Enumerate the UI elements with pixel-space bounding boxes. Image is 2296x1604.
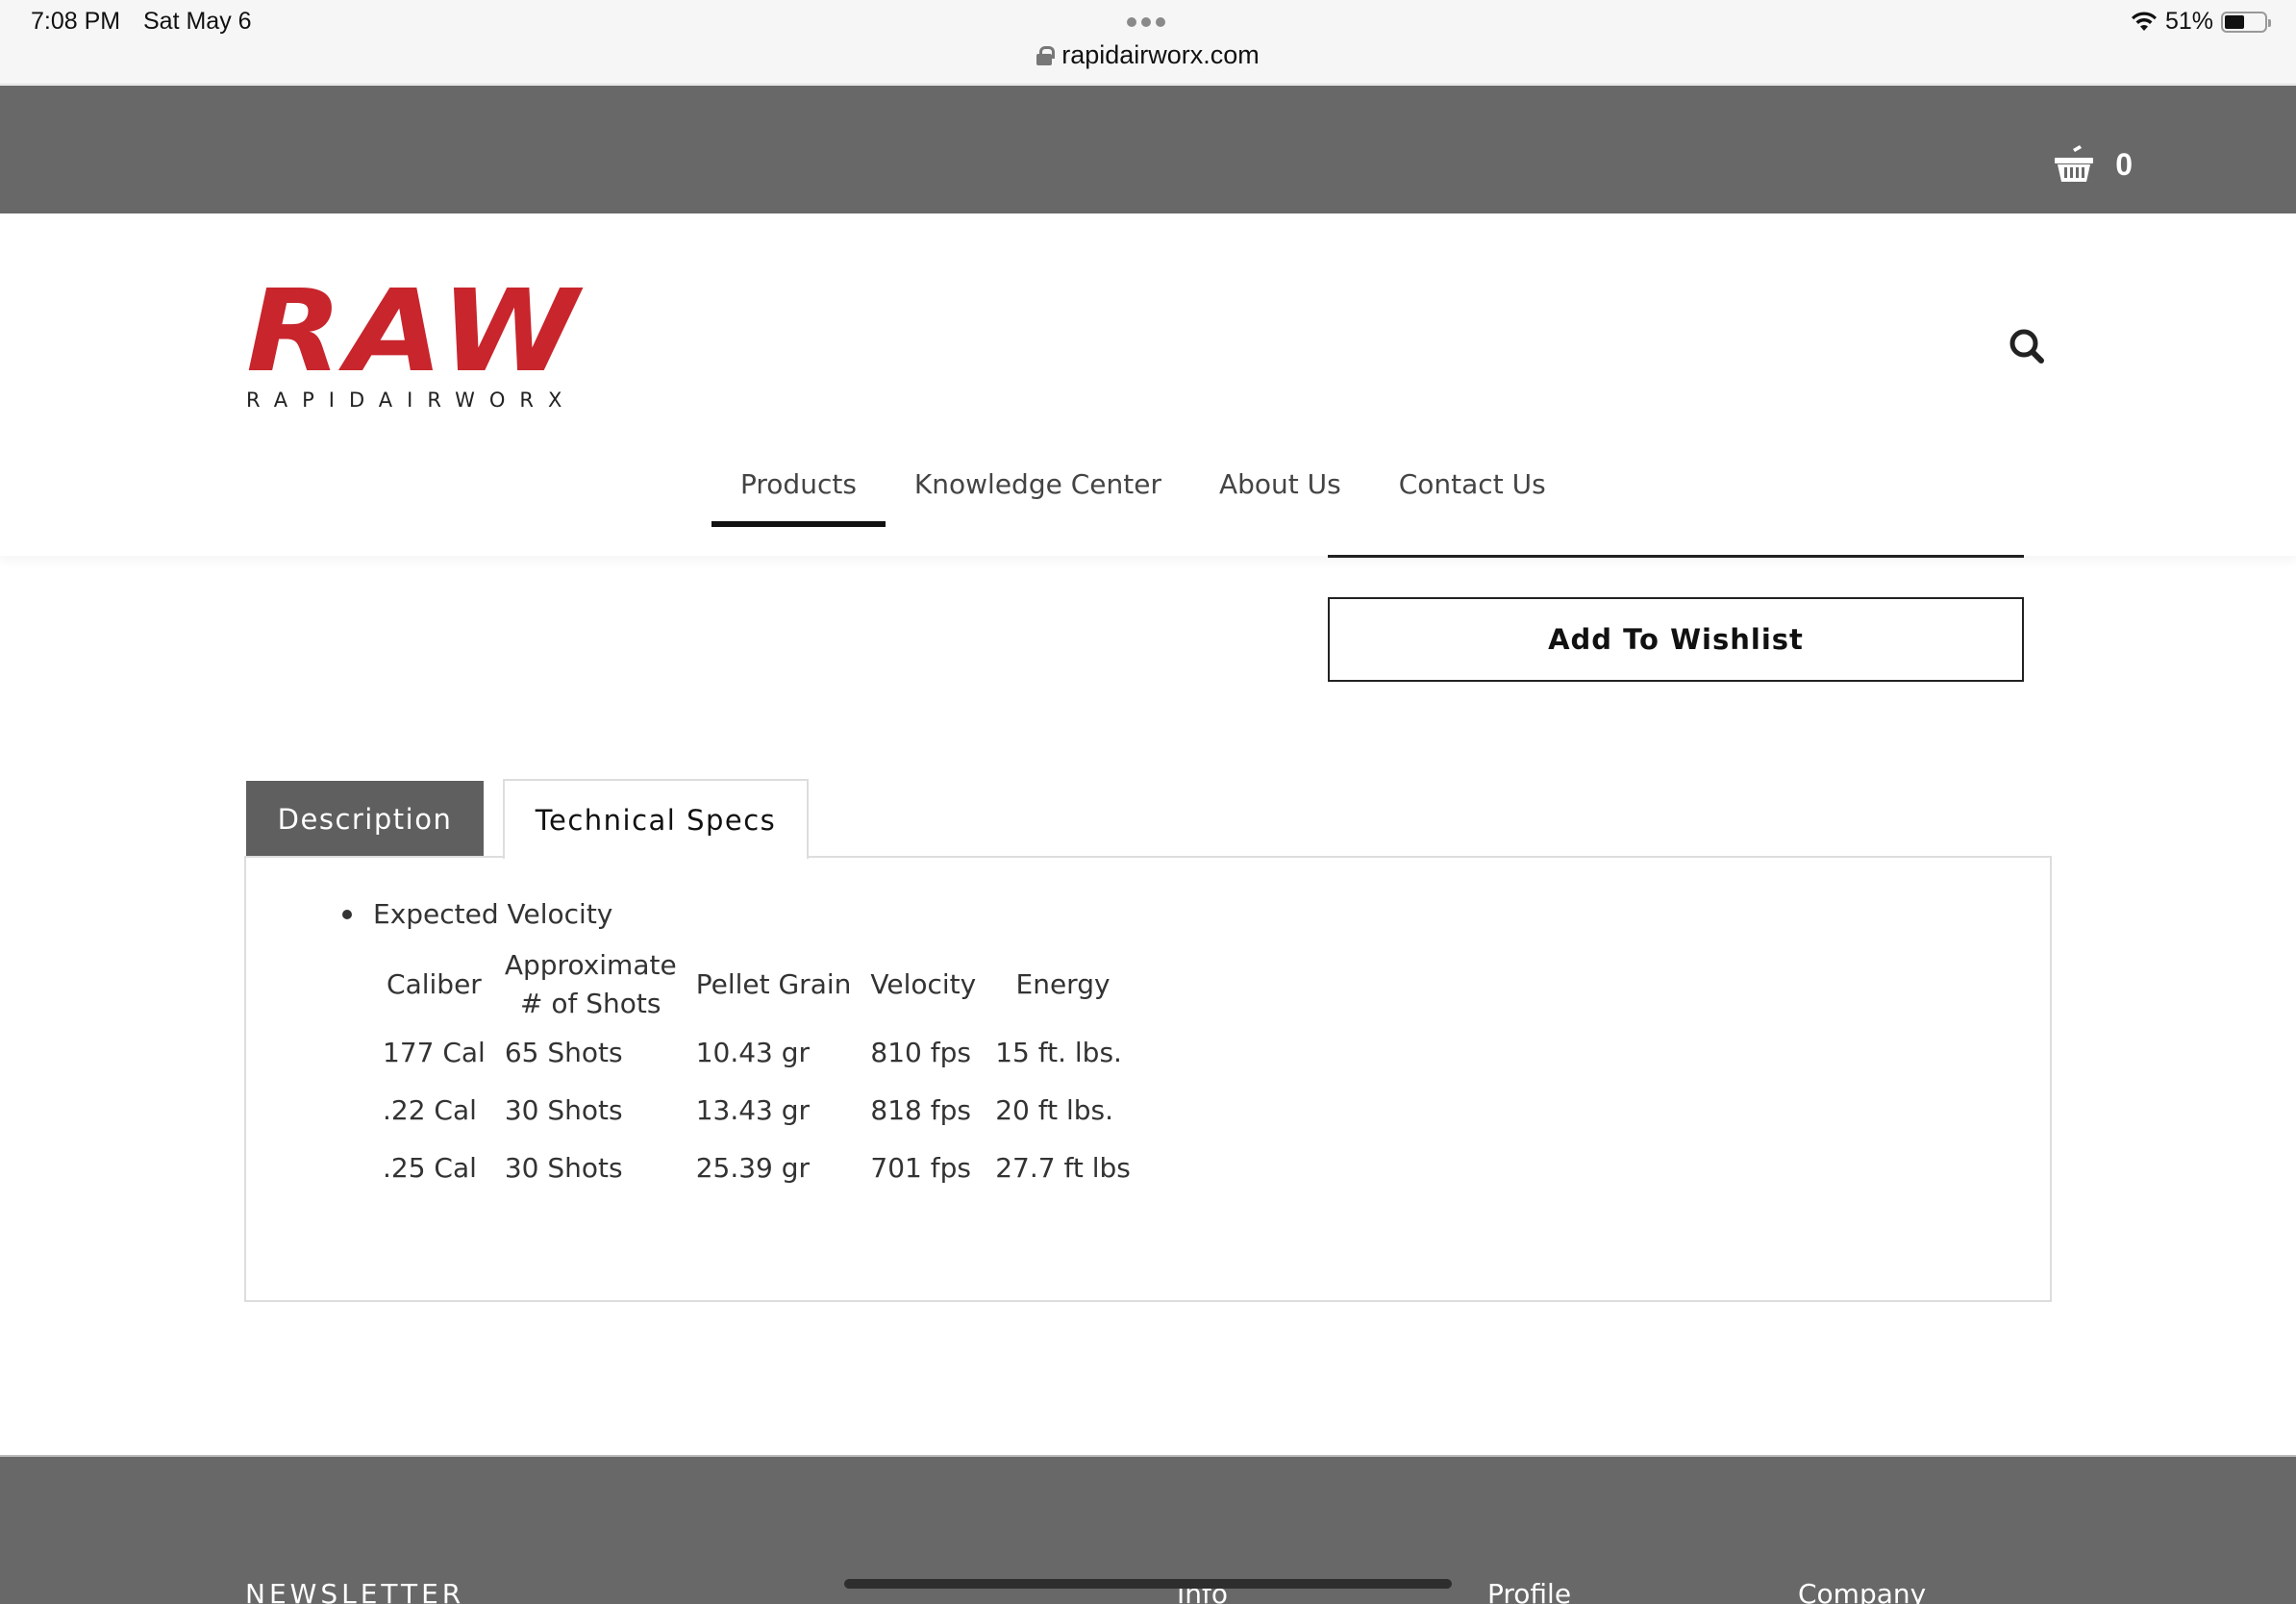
cell-caliber: .22 Cal — [383, 1093, 477, 1126]
lock-icon — [1036, 46, 1056, 65]
home-indicator[interactable] — [844, 1579, 1452, 1589]
cell-shots: 30 Shots — [504, 1151, 623, 1184]
cell-grain: 25.39 gr — [695, 1151, 811, 1184]
bullet-text: Expected Velocity — [373, 898, 613, 930]
status-indicators: 51% — [2131, 8, 2271, 36]
battery-icon — [2221, 11, 2271, 33]
expected-velocity-bullet: Expected Velocity — [342, 898, 612, 930]
main-nav: Products Knowledge Center About Us Conta… — [711, 465, 1575, 527]
url-text: rapidairworx.com — [1061, 40, 1260, 69]
table-row: .22 Cal 30 Shots 13.43 gr 818 fps 20 ft … — [373, 1081, 1140, 1139]
status-bar: 7:08 PM Sat May 6 rapidairworx.com 51% — [0, 0, 2296, 85]
table-row: .25 Cal 30 Shots 25.39 gr 701 fps 27.7 f… — [373, 1139, 1140, 1196]
product-tabs: Description Technical Specs — [246, 778, 809, 859]
table-header-row: Caliber Approximate # of Shots Pellet Gr… — [373, 946, 1140, 1023]
cell-energy: 15 ft. lbs. — [995, 1036, 1122, 1068]
cart-button[interactable]: 0 — [2054, 145, 2133, 184]
footer-profile[interactable]: Profile — [1487, 1578, 1571, 1604]
table-row: 177 Cal 65 Shots 10.43 gr 810 fps 15 ft.… — [373, 1023, 1140, 1081]
tab-technical-specs[interactable]: Technical Specs — [503, 779, 809, 859]
site-header: RAW RAPIDAIRWORX Products Knowledge Cent… — [0, 213, 2296, 556]
cell-shots: 65 Shots — [504, 1036, 623, 1068]
header-caliber: Caliber — [387, 968, 482, 1000]
logo-main-text: RAW — [246, 264, 583, 397]
nav-knowledge-center[interactable]: Knowledge Center — [886, 465, 1190, 527]
cell-grain: 10.43 gr — [695, 1036, 811, 1068]
cell-caliber: 177 Cal — [383, 1036, 486, 1068]
top-bar: 0 — [0, 86, 2296, 213]
wifi-icon — [2131, 11, 2157, 31]
technical-specs-panel: Expected Velocity Caliber Approximate # … — [244, 856, 2052, 1302]
header-shots: Approximate # of Shots — [504, 949, 677, 1019]
status-time: 7:08 PM — [31, 8, 121, 35]
specs-table: Caliber Approximate # of Shots Pellet Gr… — [373, 946, 1140, 1196]
header-energy: Energy — [1015, 968, 1111, 1000]
raw-logo[interactable]: RAW RAPIDAIRWORX — [246, 274, 578, 412]
battery-percent: 51% — [2164, 8, 2213, 35]
more-dots-icon[interactable] — [1127, 17, 1165, 27]
nav-about-us[interactable]: About Us — [1190, 465, 1370, 527]
nav-products[interactable]: Products — [711, 465, 886, 527]
address-bar[interactable]: rapidairworx.com — [0, 40, 2296, 70]
header-pellet-grain: Pellet Grain — [695, 968, 852, 1000]
search-icon[interactable] — [2008, 327, 2046, 365]
status-date: Sat May 6 — [143, 8, 252, 35]
cell-energy: 27.7 ft lbs — [995, 1151, 1131, 1184]
add-to-wishlist-button[interactable]: Add To Wishlist — [1328, 597, 2024, 682]
cell-shots: 30 Shots — [504, 1093, 623, 1126]
cell-caliber: .25 Cal — [383, 1151, 477, 1184]
cell-velocity: 701 fps — [870, 1151, 971, 1184]
cell-grain: 13.43 gr — [695, 1093, 811, 1126]
header-velocity: Velocity — [870, 968, 977, 1000]
cell-energy: 20 ft lbs. — [995, 1093, 1114, 1126]
nav-contact-us[interactable]: Contact Us — [1370, 465, 1575, 527]
footer-company[interactable]: Company — [1798, 1578, 1926, 1604]
tab-description[interactable]: Description — [246, 781, 484, 858]
basket-icon — [2055, 145, 2094, 182]
cell-velocity: 818 fps — [870, 1093, 971, 1126]
footer-newsletter: NEWSLETTER — [245, 1578, 465, 1604]
cell-velocity: 810 fps — [870, 1036, 971, 1068]
divider-line — [1328, 555, 2024, 558]
cart-count: 0 — [2115, 146, 2133, 182]
